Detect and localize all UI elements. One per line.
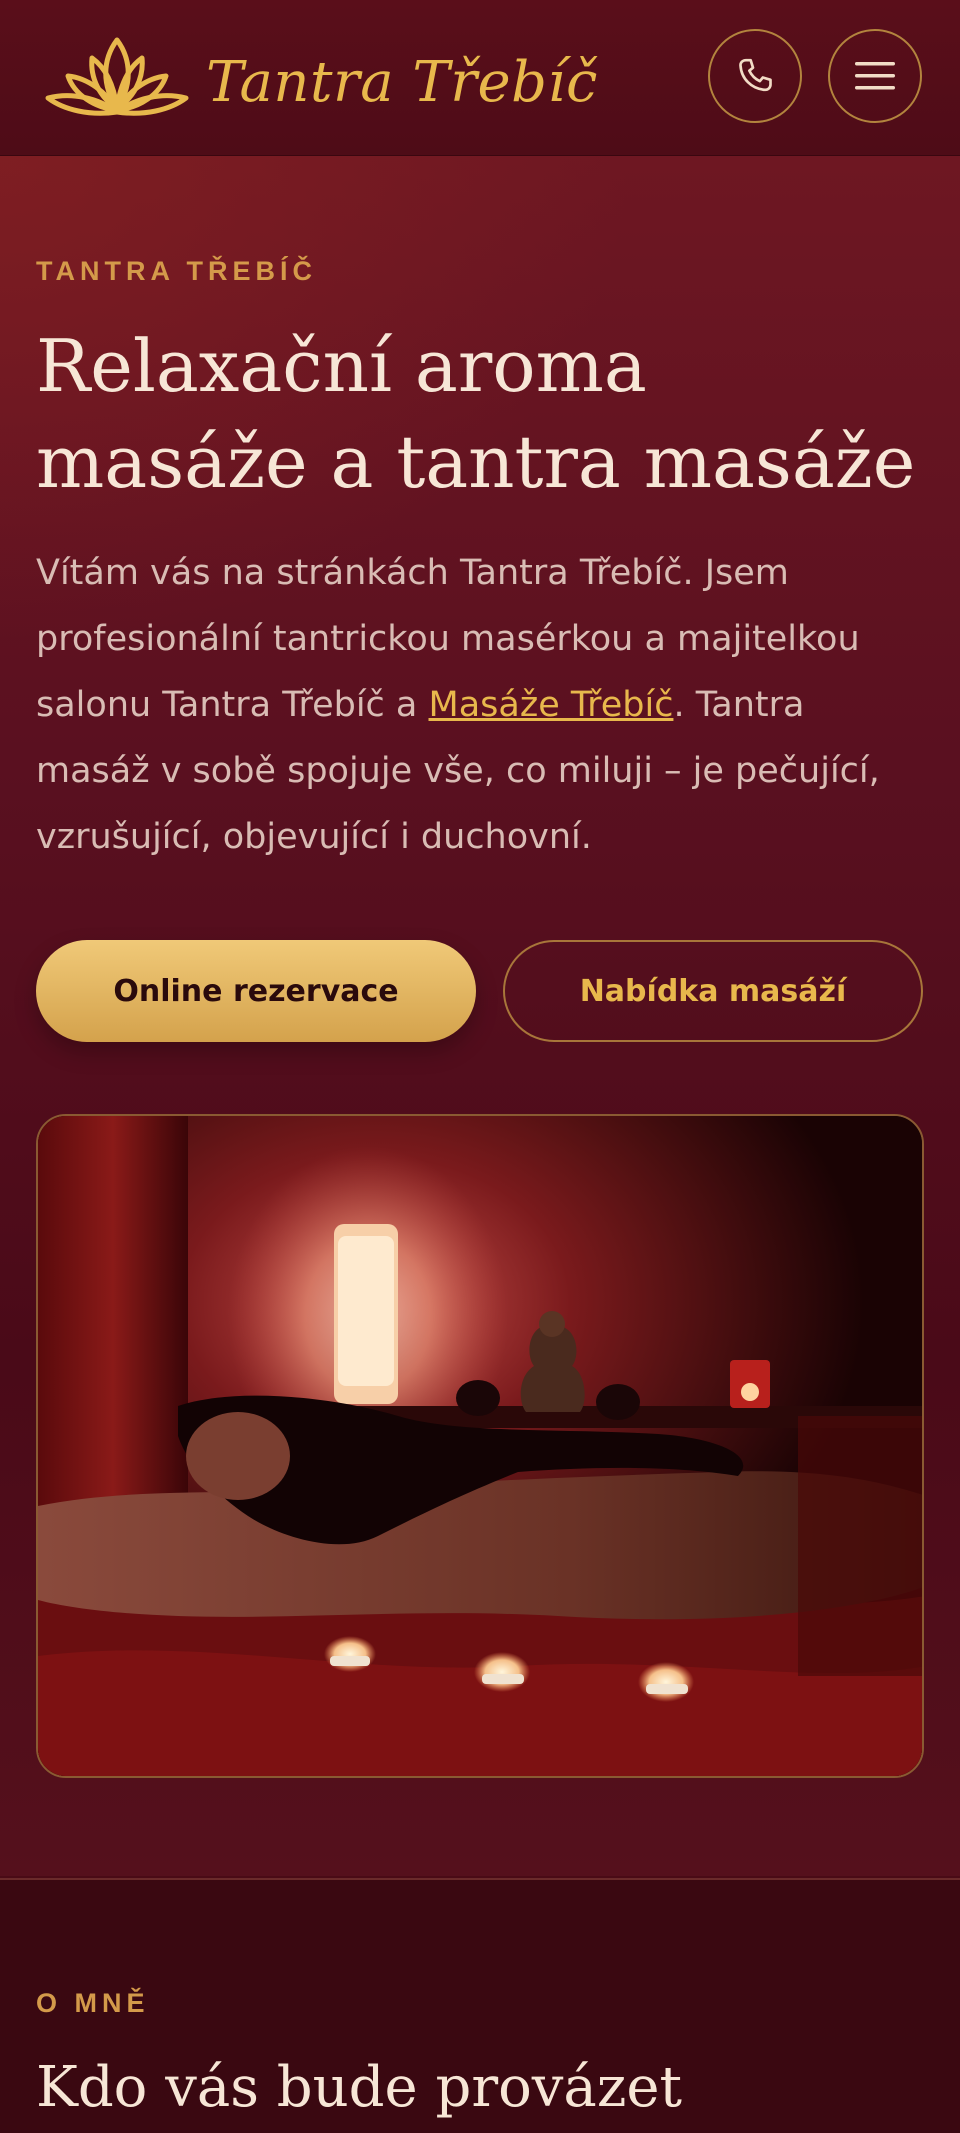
site-header: Tantra Třebíč [0,0,960,156]
phone-icon [739,58,772,92]
reclining-figure [38,1471,922,1620]
online-reservation-button[interactable]: Online rezervace [36,940,476,1042]
lotus-icon [45,37,189,116]
curtain [38,1116,188,1556]
hero-title-line1: Relaxační aroma [36,324,647,408]
menu-button[interactable] [828,29,922,123]
hero-kicker: TANTRA TŘEBÍČ [36,256,317,286]
logo[interactable] [42,28,192,128]
hamburger-menu-icon [855,62,895,90]
massage-offer-button[interactable]: Nabídka masáží [503,940,923,1042]
masaze-trebic-link[interactable]: Masáže Třebíč [429,685,674,725]
hero-title: Relaxační aroma masáže a tantra masáže [36,318,916,510]
phone-button[interactable] [708,29,802,123]
hero-photo [36,1114,924,1778]
hero-intro-text: Vítám vás na stránkách Tantra Třebíč. Js… [36,540,926,870]
hero-title-line2: masáže a tantra masáže [36,420,916,504]
about-kicker: O MNĚ [36,1988,150,2018]
brand-name[interactable]: Tantra Třebíč [206,50,598,115]
about-title: Kdo vás bude provázet [36,2055,682,2120]
